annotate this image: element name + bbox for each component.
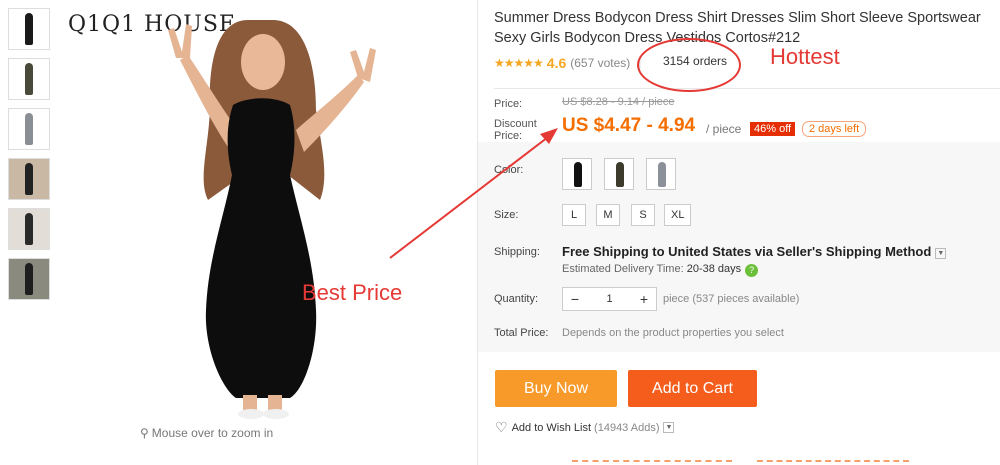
model-figure-image [168,20,376,419]
main-product-image[interactable]: Q1Q1 HOUSE [58,0,470,420]
divider-line [494,88,1000,89]
thumbnail-lifestyle-3[interactable] [8,258,50,300]
days-left-badge: 2 days left [802,121,867,137]
color-label: Color: [494,164,524,176]
size-option-xl[interactable]: XL [664,204,692,226]
color-swatch-black[interactable] [562,158,592,190]
thumbnail-black-dress[interactable] [8,8,50,50]
rating-value: 4.6 [546,55,567,71]
discount-price: US $4.47 - 4.94 [562,115,696,136]
per-piece-unit: / piece [706,122,742,136]
rating-row: ★★★★★ 4.6 (657 votes) | [494,54,994,72]
discount-badge: 46% off [750,122,796,136]
quantity-label: Quantity: [494,293,539,305]
magnifier-icon: ⚲ [140,426,149,440]
thumbnail-list [8,8,52,308]
price-label: Price: [494,98,523,110]
help-icon[interactable]: ? [745,264,759,277]
total-price-note: Depends on the product properties you se… [562,327,784,339]
product-title: Summer Dress Bodycon Dress Shirt Dresses… [494,10,981,46]
total-price-label: Total Price: [494,327,549,339]
thumbnail-grey-dress[interactable] [8,108,50,150]
chevron-down-icon[interactable]: ▼ [935,248,947,259]
heart-icon: ♡ [495,419,508,435]
rating-stars: ★★★★★ [494,56,544,70]
color-swatch-olive[interactable] [604,158,634,190]
size-option-m[interactable]: M [596,204,620,226]
original-price: US $8.28 - 9.14 / piece [562,96,675,108]
add-to-cart-button[interactable]: Add to Cart [628,370,757,407]
thumbnail-lifestyle-1[interactable] [8,158,50,200]
best-price-annotation: Best Price [302,280,403,305]
shipping-method-text: Free Shipping to United States via Selle… [562,244,932,259]
shipping-label: Shipping: [494,246,540,258]
chevron-down-icon[interactable]: ▼ [663,422,675,433]
estimate-label: Estimated Delivery Time: [562,263,684,275]
dashed-divider [757,460,909,463]
estimate-value: 20-38 days [686,263,742,275]
buy-now-button[interactable]: Buy Now [495,370,617,407]
thumbnail-olive-dress[interactable] [8,58,50,100]
size-label: Size: [494,209,519,221]
shipping-method[interactable]: Free Shipping to United States via Selle… [562,244,947,259]
wish-list-label: Add to Wish List [511,421,592,434]
size-option-s[interactable]: S [631,204,655,226]
hottest-highlight-ellipse [637,38,741,92]
quantity-input[interactable]: 1 [587,293,632,305]
thumbnail-lifestyle-2[interactable] [8,208,50,250]
wish-list-count: (14943 Adds) [594,421,660,434]
color-swatch-grey[interactable] [646,158,676,190]
zoom-hint: ⚲ Mouse over to zoom in [140,426,273,440]
hottest-annotation: Hottest [770,44,840,69]
discount-price-label: Discount Price: [494,118,537,142]
dashed-divider [572,460,732,463]
plus-icon[interactable]: + [632,291,656,307]
delivery-estimate: Estimated Delivery Time: 20-38 days? [562,263,759,277]
votes-count[interactable]: (657 votes) [570,56,630,70]
quantity-available: piece (537 pieces available) [663,293,800,305]
wish-list[interactable]: ♡ Add to Wish List (14943 Adds) ▼ [495,419,675,436]
minus-icon[interactable]: − [563,291,587,307]
zoom-hint-text: Mouse over to zoom in [151,426,274,440]
product-info: Summer Dress Bodycon Dress Shirt Dresses… [494,8,1000,142]
quantity-stepper: − 1 + [562,287,657,311]
size-option-l[interactable]: L [562,204,586,226]
